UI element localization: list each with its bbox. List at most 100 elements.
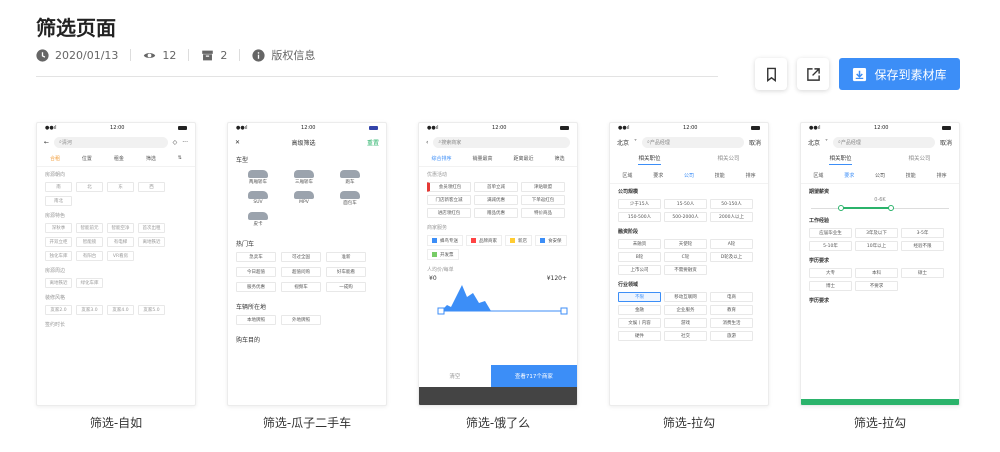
filter-chip: 急卖车 [236, 252, 276, 262]
section-title: 房源周边 [45, 268, 66, 274]
card-caption: 筛选-自如 [89, 416, 143, 430]
card-guazi[interactable]: ●●ıl 12:00 ✕ 高级筛选 重置 车型 两厢轿车 三厢轿车 跑车 SUV … [227, 122, 387, 406]
collections-meta: 2 [201, 49, 227, 62]
filter-bar: 区域 要求 公司 技能 排序 [801, 168, 959, 184]
card-eleme[interactable]: ●●ıl 12:00 ‹ ⌕ 搜索商家 综合排序 销量最高 距离最近 筛选 优惠活… [418, 122, 578, 406]
nav-title: 高级筛选 [291, 139, 316, 147]
bookmark-button[interactable] [755, 58, 787, 90]
share-button[interactable] [797, 58, 829, 90]
status-bar: ●●ıl 12:00 [419, 123, 577, 133]
filter-chip: 一成购 [326, 282, 366, 292]
close-icon: ✕ [235, 138, 241, 146]
search-bar: 北京 ˅ ⌕ 产品经理 取消 [617, 136, 761, 148]
section-title: 房源特色 [45, 213, 66, 219]
service-option: 新店 [505, 235, 532, 246]
section-title: 车辆所在地 [236, 304, 267, 311]
filter-chip: 智能空净 [107, 223, 134, 233]
filter-chip: 赠品优惠 [474, 208, 518, 218]
section-title: 行业领域 [618, 282, 639, 288]
status-bar: ●●ıl 12:00 [228, 123, 386, 133]
filter-chip: 经验不限 [901, 241, 944, 251]
status-bar: ●●ıl 12:00 [610, 123, 768, 133]
save-to-library-button[interactable]: 保存到素材库 [839, 58, 960, 90]
location-icon: ◇ [172, 138, 178, 146]
filter-chip: C轮 [664, 252, 707, 262]
filter-chip: B轮 [618, 252, 661, 262]
sort-tabs: 综合排序 销量最高 距离最近 筛选 [419, 151, 577, 167]
filter-chip: 独化车库 [45, 251, 72, 261]
filter-chip: 满减优惠 [474, 195, 518, 205]
filter-chip: 东 [107, 182, 134, 192]
price-slider: ¥0 ¥120+ [429, 275, 568, 319]
search-input: ⌕ 搜索商家 [433, 136, 570, 148]
filter-chip: 西 [138, 182, 165, 192]
salary-slider[interactable] [811, 203, 949, 213]
tabs: 相关职位 相关公司 [610, 151, 768, 168]
filter-chip: 南北 [45, 196, 72, 206]
filter-chip: 社交 [664, 331, 707, 341]
filter-chip: 本科 [855, 268, 898, 278]
filter-chip: 开双立柜 [45, 237, 72, 247]
card-caption: 筛选-拉勾 [853, 416, 907, 430]
filter-chip: 津贴联盟 [521, 182, 565, 192]
filter-bar: 区域 要求 公司 技能 排序 [610, 168, 768, 184]
filter-chip: A轮 [710, 239, 753, 249]
filter-chip: D轮及以上 [710, 252, 753, 262]
filter-chip: 深秋季 [45, 223, 72, 233]
filter-chip: 不需要融资 [664, 265, 707, 275]
search-bar: ← ⌕ 清河 ◇ ··· [37, 133, 195, 151]
filter-chip: 外地牌照 [281, 315, 321, 325]
divider [130, 49, 132, 61]
filter-chip: 好车能看 [326, 267, 366, 277]
archive-icon [202, 50, 214, 60]
section-title: 学历要求 [809, 298, 830, 304]
clear-button[interactable]: 清空 [419, 365, 491, 387]
filter-chip: 友家2.0 [45, 305, 72, 315]
card-caption: 筛选-拉勾 [662, 416, 716, 430]
filter-chip: 少于15人 [618, 199, 661, 209]
car-type: 面包车 [330, 191, 370, 206]
filter-chip: 服务优惠 [236, 282, 276, 292]
filter-chip: 150-500人 [618, 212, 661, 222]
tabs: 相关职位 相关公司 [801, 151, 959, 168]
search-input: ⌕ 清河 [54, 136, 168, 148]
filter-chip: 准新 [326, 252, 366, 262]
copyright-link[interactable]: 版权信息 [252, 47, 315, 63]
section-title: 装修风格 [45, 295, 66, 301]
service-option: 食安保 [535, 235, 567, 246]
card-lagou-1[interactable]: ●●ıl 12:00 北京 ˅ ⌕ 产品经理 取消 相关职位 相关公司 区域 要求 公司技… [609, 122, 769, 406]
filter-chip: 友家3.0 [76, 305, 103, 315]
filter-chip: 企业服务 [664, 305, 707, 315]
filter-chip: 绿化车库 [76, 278, 103, 288]
filter-chip: 大专 [809, 268, 852, 278]
card-lagou-2[interactable]: ●●ıl 12:00 北京 ˅ ⌕ 产品经理 取消 相关职位 相关公司 区域 要求 公司技… [800, 122, 960, 406]
search-bar: 北京 ˅ ⌕ 产品经理 取消 [808, 136, 952, 148]
filter-chip: 博士 [809, 281, 852, 291]
section-title: 热门车 [236, 241, 255, 248]
search-input: ⌕ 产品经理 [642, 136, 744, 148]
filter-chip: 金融 [618, 305, 661, 315]
filter-chip: 进店领红包 [427, 208, 471, 218]
page-title: 筛选页面 [36, 16, 116, 40]
filter-chip: 可过全国 [281, 252, 321, 262]
section-title: 公司规模 [618, 189, 639, 195]
card-ziroom[interactable]: ●●ıl 12:00 ← ⌕ 清河 ◇ ··· 合租 位置 租金 筛选 ⇅ 房源朝… [36, 122, 196, 406]
back-icon: ‹ [426, 138, 429, 146]
divider [239, 49, 241, 61]
car-type: SUV [238, 191, 278, 206]
search-input: ⌕ 产品经理 [833, 136, 935, 148]
service-option: 开发票 [427, 249, 459, 260]
filter-chip: 友家4.0 [107, 305, 134, 315]
status-bar: ●●ıl 12:00 [801, 123, 959, 133]
car-type: 皮卡 [238, 212, 278, 227]
section-title: 房源朝向 [45, 172, 66, 178]
confirm-button[interactable]: 查看717个商家 [490, 365, 577, 387]
filter-chip: 游戏 [664, 318, 707, 328]
section-title: 购车目的 [236, 337, 261, 344]
filter-chip: 有电梯 [107, 237, 134, 247]
filter-chip: 未融资 [618, 239, 661, 249]
share-icon [806, 67, 820, 81]
info-icon [252, 48, 265, 62]
filter-chip: 超值问购 [281, 267, 321, 277]
header-divider [36, 76, 718, 77]
